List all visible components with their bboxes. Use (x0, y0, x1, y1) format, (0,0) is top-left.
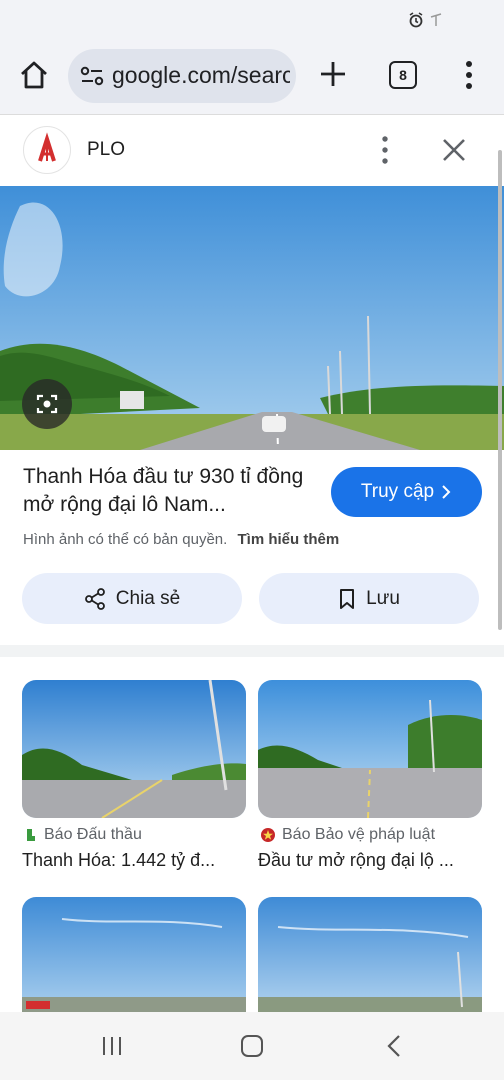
result-title[interactable]: Đầu tư mở rộng đại lộ ... (258, 850, 482, 871)
tab-switcher-button[interactable]: 8 (389, 61, 417, 89)
share-label: Chia sẻ (115, 587, 181, 609)
status-bar (0, 0, 504, 40)
system-navigation-bar (0, 1012, 504, 1080)
close-icon[interactable] (441, 137, 467, 163)
copyright-note: Hình ảnh có thể có bản quyền. Tìm hiểu t… (23, 531, 339, 548)
visit-label: Truy cập (360, 481, 435, 502)
result-card[interactable]: Báo Bảo vệ pháp luật Đầu tư mở rộng đại … (258, 680, 482, 880)
result-thumbnail[interactable] (22, 897, 246, 1027)
learn-more-link[interactable]: Tìm hiểu thêm (238, 531, 340, 548)
tune-icon[interactable] (80, 65, 104, 87)
result-source: Báo Đấu thầu (24, 826, 142, 844)
result-source: Báo Bảo vệ pháp luật (260, 826, 435, 844)
more-vert-icon[interactable] (462, 59, 476, 91)
home-nav-icon[interactable] (240, 1034, 264, 1058)
image-detail-panel: PLO Thanh Hóa đầu tư 930 tỉ đồng mở rộng… (0, 115, 504, 645)
copyright-text: Hình ảnh có thể có bản quyền. (23, 531, 228, 548)
image-title[interactable]: Thanh Hóa đầu tư 930 tỉ đồng mở rộng đại… (23, 463, 313, 519)
bookmark-icon (340, 588, 355, 609)
result-source-name: Báo Đấu thầu (44, 826, 142, 843)
home-icon[interactable] (18, 59, 50, 91)
more-vert-icon[interactable] (376, 135, 394, 165)
lens-button[interactable] (22, 379, 72, 429)
lens-icon (36, 394, 58, 414)
result-card[interactable] (258, 897, 482, 1027)
plo-logo-icon (38, 132, 56, 162)
status-icons (408, 12, 442, 28)
visit-button[interactable]: Truy cập (331, 467, 482, 517)
road-photo (258, 897, 482, 1027)
hero-image[interactable] (0, 186, 504, 450)
result-thumbnail[interactable] (22, 680, 246, 818)
signal-icon (430, 13, 442, 26)
result-source-name: Báo Bảo vệ pháp luật (282, 826, 436, 843)
source-favicon-icon (261, 828, 275, 842)
chevron-right-icon (442, 485, 451, 499)
road-photo (22, 897, 246, 1027)
plus-icon[interactable] (318, 59, 348, 89)
recent-apps-icon[interactable] (101, 1036, 123, 1056)
road-photo (22, 680, 246, 818)
share-button[interactable]: Chia sẻ (22, 573, 242, 624)
road-photo (0, 186, 504, 450)
result-thumbnail[interactable] (258, 897, 482, 1027)
result-title[interactable]: Thanh Hóa: 1.442 tỷ đ... (22, 850, 246, 871)
scrollbar[interactable] (498, 150, 502, 630)
url-text[interactable]: google.com/search (112, 62, 290, 89)
browser-toolbar: google.com/search 8 (0, 40, 504, 115)
address-bar[interactable]: google.com/search (68, 49, 296, 103)
result-thumbnail[interactable] (258, 680, 482, 818)
result-card[interactable] (22, 897, 246, 1027)
back-icon[interactable] (385, 1034, 403, 1058)
save-button[interactable]: Lưu (259, 573, 479, 624)
alarm-icon (409, 12, 423, 28)
result-card[interactable]: Báo Đấu thầu Thanh Hóa: 1.442 tỷ đ... (22, 680, 246, 880)
source-favicon-icon (27, 829, 35, 841)
road-photo (258, 680, 482, 818)
source-name[interactable]: PLO (87, 139, 125, 161)
save-label: Lưu (366, 587, 400, 609)
section-divider (0, 645, 504, 657)
source-logo[interactable] (23, 126, 71, 174)
share-icon (84, 587, 105, 610)
